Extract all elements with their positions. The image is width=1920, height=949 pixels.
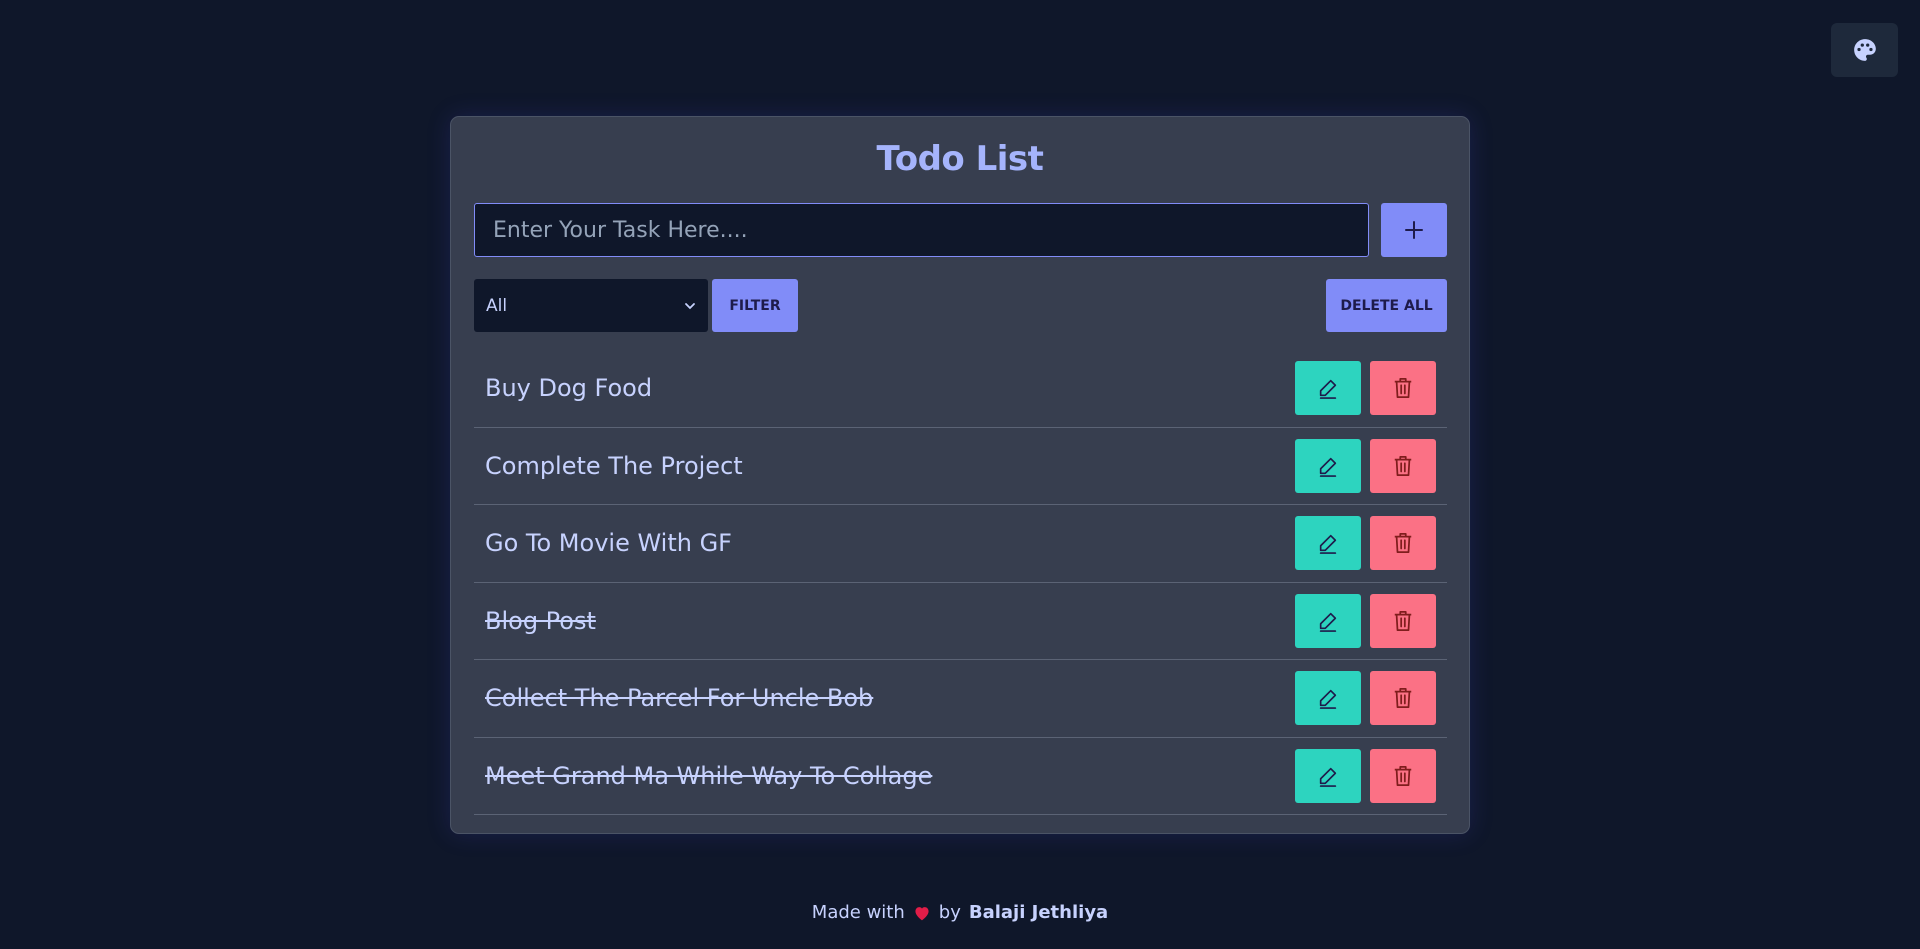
todo-item: Blog Post bbox=[474, 583, 1447, 660]
edit-button[interactable] bbox=[1295, 748, 1361, 803]
todo-text[interactable]: Go To Movie With GF bbox=[485, 529, 732, 557]
delete-button[interactable] bbox=[1370, 593, 1436, 648]
todo-actions bbox=[1295, 516, 1436, 571]
page-title: Todo List bbox=[876, 139, 1044, 179]
todo-item: Collect The Parcel For Uncle Bob bbox=[474, 660, 1447, 738]
edit-button[interactable] bbox=[1295, 593, 1361, 648]
edit-button[interactable] bbox=[1295, 361, 1361, 416]
todo-actions bbox=[1295, 748, 1436, 803]
add-task-button[interactable] bbox=[1381, 203, 1447, 257]
pencil-icon bbox=[1319, 690, 1337, 710]
todo-text[interactable]: Blog Post bbox=[485, 607, 596, 635]
trash-icon bbox=[1394, 765, 1412, 786]
delete-button[interactable] bbox=[1370, 671, 1436, 726]
edit-button[interactable] bbox=[1295, 438, 1361, 493]
heart-icon bbox=[915, 906, 929, 920]
todo-text[interactable]: Meet Grand Ma While Way To Collage bbox=[485, 762, 932, 790]
palette-icon bbox=[1853, 39, 1876, 61]
filter-select[interactable]: All bbox=[474, 279, 708, 332]
todo-item: Go To Movie With GF bbox=[474, 505, 1447, 583]
trash-icon bbox=[1394, 533, 1412, 554]
todo-text[interactable]: Complete The Project bbox=[485, 452, 743, 480]
theme-toggle-button[interactable] bbox=[1831, 23, 1898, 77]
task-input[interactable] bbox=[474, 203, 1369, 257]
todo-list: Buy Dog Food Complete The Project Go To … bbox=[474, 350, 1447, 815]
todo-actions bbox=[1295, 671, 1436, 726]
todo-item: Buy Dog Food bbox=[474, 350, 1447, 428]
delete-all-button[interactable]: DELETE ALL bbox=[1326, 279, 1447, 332]
delete-button[interactable] bbox=[1370, 438, 1436, 493]
pencil-icon bbox=[1319, 767, 1337, 787]
filter-button[interactable]: FILTER bbox=[712, 279, 798, 332]
trash-icon bbox=[1394, 610, 1412, 631]
edit-button[interactable] bbox=[1295, 516, 1361, 571]
footer: Made with by Balaji Jethliya bbox=[0, 902, 1920, 923]
edit-button[interactable] bbox=[1295, 671, 1361, 726]
pencil-icon bbox=[1319, 612, 1337, 632]
todo-item: Complete The Project bbox=[474, 428, 1447, 505]
chevron-down-icon bbox=[685, 302, 695, 309]
todo-actions bbox=[1295, 438, 1436, 493]
filter-selected-value: All bbox=[486, 295, 508, 316]
todo-actions bbox=[1295, 593, 1436, 648]
todo-actions bbox=[1295, 361, 1436, 416]
plus-icon bbox=[1405, 221, 1423, 239]
todo-card: Todo List All FILTER DELETE ALL Buy Dog … bbox=[450, 116, 1470, 834]
delete-button[interactable] bbox=[1370, 748, 1436, 803]
todo-item: Meet Grand Ma While Way To Collage bbox=[474, 738, 1447, 815]
pencil-icon bbox=[1319, 535, 1337, 555]
delete-button[interactable] bbox=[1370, 516, 1436, 571]
footer-by: by bbox=[938, 902, 961, 923]
trash-icon bbox=[1394, 378, 1412, 399]
pencil-icon bbox=[1319, 380, 1337, 400]
todo-text[interactable]: Collect The Parcel For Uncle Bob bbox=[485, 684, 873, 712]
delete-button[interactable] bbox=[1370, 361, 1436, 416]
footer-prefix: Made with bbox=[811, 902, 905, 923]
trash-icon bbox=[1394, 688, 1412, 709]
todo-text[interactable]: Buy Dog Food bbox=[485, 374, 652, 402]
pencil-icon bbox=[1319, 457, 1337, 477]
footer-author: Balaji Jethliya bbox=[968, 902, 1109, 923]
trash-icon bbox=[1394, 455, 1412, 476]
